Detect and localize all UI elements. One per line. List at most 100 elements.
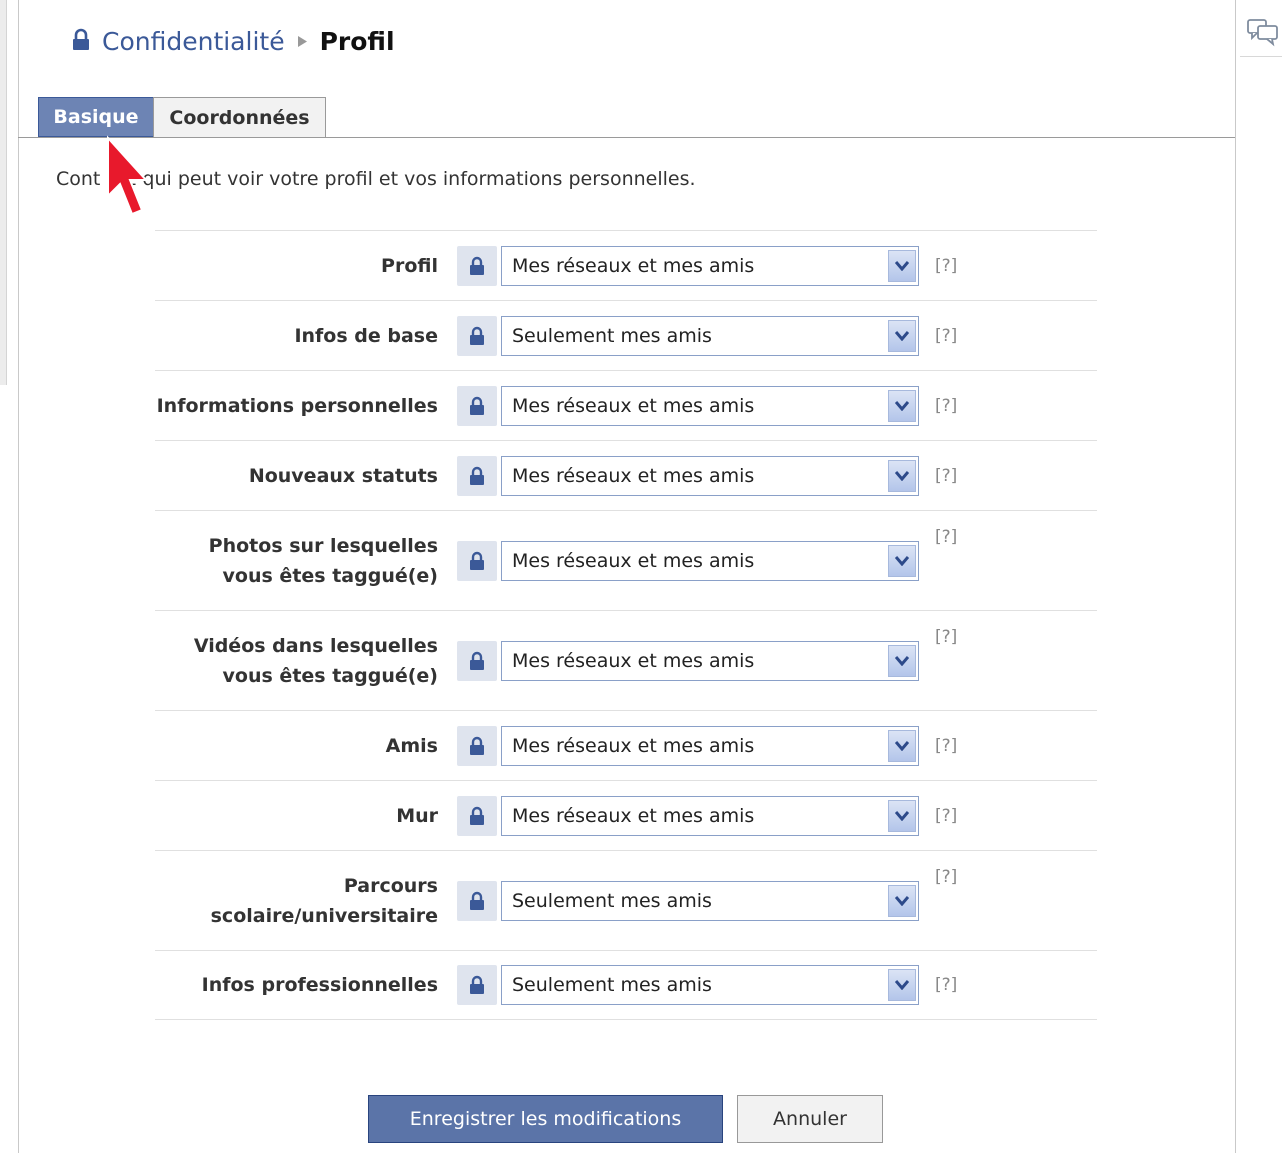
chevron-down-icon[interactable]	[888, 730, 916, 762]
setting-label-line: Photos sur lesquelles	[208, 535, 438, 557]
breadcrumb-privacy-link[interactable]: Confidentialité	[102, 27, 285, 56]
save-changes-button[interactable]: Enregistrer les modifications	[368, 1095, 723, 1143]
tab-label: Basique	[53, 106, 139, 128]
cancel-button-label: Annuler	[773, 1108, 847, 1130]
setting-label-line: Infos professionnelles	[201, 974, 438, 996]
setting-label: Vidéos dans lesquelles vous êtes taggué(e…	[194, 631, 438, 691]
help-link[interactable]: [?]	[935, 396, 957, 416]
intro-text: Cont z qui peut voir votre profil et vos …	[56, 168, 696, 190]
visibility-select[interactable]: Seulement mes amis	[501, 316, 919, 356]
chevron-down-icon[interactable]	[888, 390, 916, 422]
help-link[interactable]: [?]	[935, 867, 957, 887]
privacy-setting-row: Amis Mes réseaux et mes amis [?]	[155, 710, 1097, 781]
setting-label: Mur	[396, 801, 438, 831]
setting-label-line: Informations personnelles	[156, 395, 438, 417]
visibility-select[interactable]: Mes réseaux et mes amis	[501, 386, 919, 426]
privacy-setting-row: Nouveaux statuts Mes réseaux et mes amis […	[155, 440, 1097, 511]
setting-label: Profil	[381, 251, 438, 281]
privacy-setting-row: Vidéos dans lesquelles vous êtes taggué(e…	[155, 610, 1097, 711]
breadcrumb: Confidentialité Profil	[70, 24, 395, 58]
visibility-select[interactable]: Mes réseaux et mes amis	[501, 641, 919, 681]
help-link[interactable]: [?]	[935, 527, 957, 547]
help-link[interactable]: [?]	[935, 326, 957, 346]
save-button-label: Enregistrer les modifications	[409, 1108, 682, 1130]
content-border	[18, 0, 19, 1153]
privacy-setting-row: Infos professionnelles Seulement mes amis…	[155, 950, 1097, 1020]
setting-label: Informations personnelles	[157, 391, 438, 421]
help-link[interactable]: [?]	[935, 627, 957, 647]
select-value: Mes réseaux et mes amis	[512, 255, 755, 277]
chevron-down-icon[interactable]	[888, 800, 916, 832]
chevron-down-icon[interactable]	[888, 885, 916, 917]
help-link[interactable]: [?]	[935, 466, 957, 486]
select-value: Mes réseaux et mes amis	[512, 395, 755, 417]
page-title: Profil	[319, 26, 395, 56]
setting-label-line: Profil	[381, 255, 438, 277]
select-value: Seulement mes amis	[512, 890, 712, 912]
privacy-setting-row: Parcours scolaire/universitaire Seulement …	[155, 850, 1097, 951]
cancel-button[interactable]: Annuler	[737, 1095, 883, 1143]
setting-label-line: scolaire/universitaire	[210, 905, 438, 927]
lock-icon	[457, 881, 497, 921]
setting-label-line: Mur	[396, 805, 438, 827]
tabs-underline	[18, 137, 1235, 138]
divider	[1240, 56, 1282, 57]
select-value: Seulement mes amis	[512, 974, 712, 996]
help-link[interactable]: [?]	[935, 736, 957, 756]
lock-icon	[457, 641, 497, 681]
breadcrumb-separator-icon	[297, 35, 307, 47]
visibility-select[interactable]: Mes réseaux et mes amis	[501, 246, 919, 286]
chevron-down-icon[interactable]	[888, 545, 916, 577]
tab-label: Coordonnées	[169, 106, 310, 129]
lock-icon	[457, 796, 497, 836]
setting-label: Infos professionnelles	[202, 970, 438, 1000]
lock-icon	[73, 28, 89, 50]
select-value: Mes réseaux et mes amis	[512, 465, 755, 487]
setting-label-line: Parcours	[343, 875, 438, 897]
select-value: Mes réseaux et mes amis	[512, 550, 755, 572]
lock-icon	[457, 456, 497, 496]
setting-label: Nouveaux statuts	[249, 461, 438, 491]
setting-label: Photos sur lesquelles vous êtes taggué(e)	[209, 531, 438, 591]
help-link[interactable]: [?]	[935, 806, 957, 826]
chevron-down-icon[interactable]	[888, 460, 916, 492]
chevron-down-icon[interactable]	[888, 250, 916, 282]
privacy-setting-row: Mur Mes réseaux et mes amis [?]	[155, 780, 1097, 851]
chevron-down-icon[interactable]	[888, 645, 916, 677]
lock-icon	[457, 965, 497, 1005]
setting-label-line: Infos de base	[294, 325, 438, 347]
setting-label: Amis	[386, 731, 438, 761]
help-link[interactable]: [?]	[935, 975, 957, 995]
visibility-select[interactable]: Mes réseaux et mes amis	[501, 796, 919, 836]
visibility-select[interactable]: Mes réseaux et mes amis	[501, 456, 919, 496]
left-sidebar-edge	[0, 0, 7, 385]
intro-text-part: z qui peut voir votre profil et vos info…	[126, 168, 696, 190]
setting-label-line: vous êtes taggué(e)	[222, 665, 438, 687]
help-link[interactable]: [?]	[935, 256, 957, 276]
visibility-select[interactable]: Mes réseaux et mes amis	[501, 726, 919, 766]
chevron-down-icon[interactable]	[888, 969, 916, 1001]
lock-icon	[457, 726, 497, 766]
lock-icon	[457, 541, 497, 581]
tab-contact-info[interactable]: Coordonnées	[153, 97, 326, 137]
chat-bubbles-icon[interactable]	[1246, 16, 1280, 48]
visibility-select[interactable]: Mes réseaux et mes amis	[501, 541, 919, 581]
visibility-select[interactable]: Seulement mes amis	[501, 881, 919, 921]
visibility-select[interactable]: Seulement mes amis	[501, 965, 919, 1005]
lock-icon	[457, 386, 497, 426]
privacy-setting-row: Profil Mes réseaux et mes amis [?]	[155, 230, 1097, 301]
privacy-profile-page: Confidentialité Profil Basique Coordonné…	[0, 0, 1282, 1153]
setting-label-line: Nouveaux statuts	[248, 465, 438, 487]
privacy-setting-row: Informations personnelles Mes réseaux et …	[155, 370, 1097, 441]
tab-basic[interactable]: Basique	[38, 97, 154, 137]
setting-label-line: Vidéos dans lesquelles	[193, 635, 438, 657]
setting-label: Parcours scolaire/universitaire	[211, 871, 438, 931]
chevron-down-icon[interactable]	[888, 320, 916, 352]
privacy-setting-row: Infos de base Seulement mes amis [?]	[155, 300, 1097, 371]
setting-label-line: vous êtes taggué(e)	[222, 565, 438, 587]
select-value: Mes réseaux et mes amis	[512, 735, 755, 757]
intro-text-part: Cont	[56, 168, 101, 190]
lock-icon	[457, 316, 497, 356]
select-value: Seulement mes amis	[512, 325, 712, 347]
select-value: Mes réseaux et mes amis	[512, 650, 755, 672]
